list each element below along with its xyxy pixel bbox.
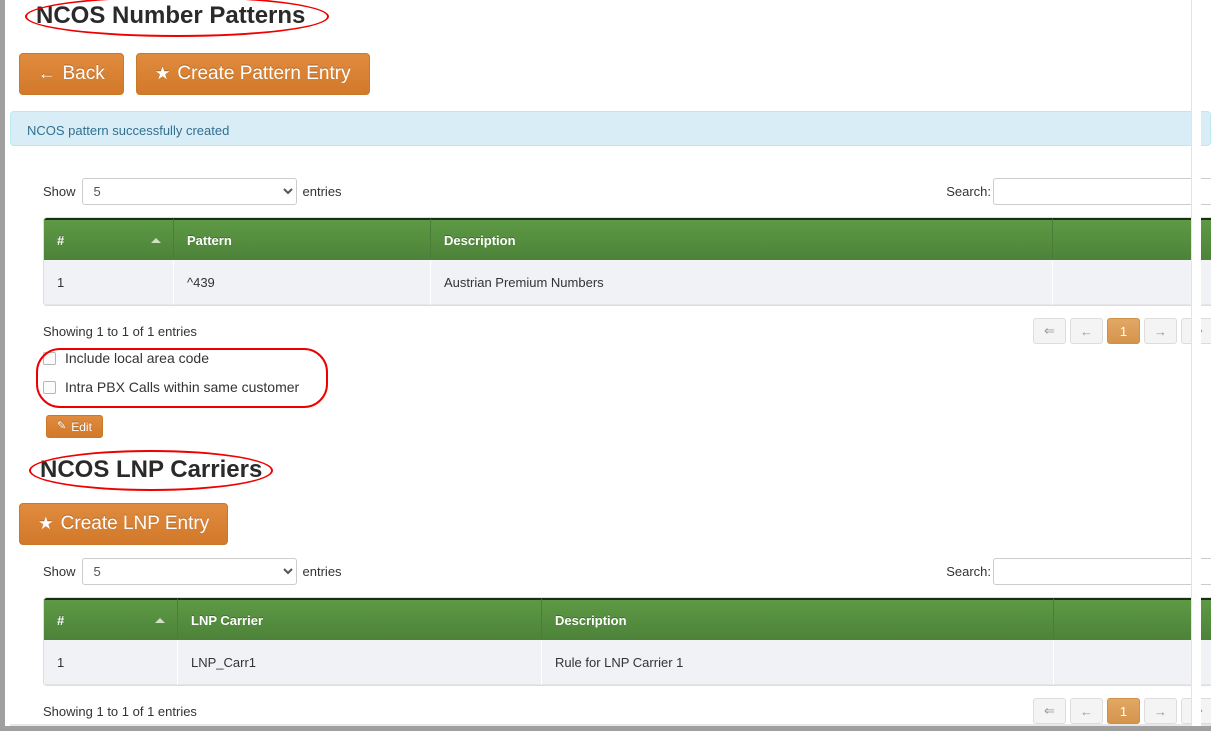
lnp-table-info: Showing 1 to 1 of 1 entries <box>43 704 197 719</box>
column-header-description[interactable]: Description <box>542 598 1054 640</box>
patterns-table-info: Showing 1 to 1 of 1 entries <box>43 324 197 339</box>
cell-index: 1 <box>44 640 178 685</box>
cell-description: Austrian Premium Numbers <box>431 260 1053 305</box>
cell-lnp-carrier: LNP_Carr1 <box>178 640 542 685</box>
show-label: Show <box>43 564 76 579</box>
lnp-length-control: Show 5 entries <box>43 558 342 585</box>
cell-pattern: ^439 <box>174 260 431 305</box>
pagination-previous-button[interactable]: ← <box>1070 318 1103 344</box>
create-lnp-entry-button[interactable]: ★ Create LNP Entry <box>19 503 228 545</box>
column-header-description-label: Description <box>444 233 516 248</box>
patterns-options: Include local area code Intra PBX Calls … <box>43 350 343 395</box>
option-intra-pbx-calls[interactable]: Intra PBX Calls within same customer <box>43 379 343 395</box>
browser-viewport-frame: NCOS Number Patterns ← Back ★ Create Pat… <box>0 0 1211 731</box>
patterns-toolbar: ← Back ★ Create Pattern Entry <box>19 53 370 95</box>
table-row[interactable]: 1 LNP_Carr1 Rule for LNP Carrier 1 <box>44 640 1211 685</box>
lnp-datatable-controls: Show 5 entries Search: <box>43 558 1211 585</box>
option-label: Include local area code <box>65 350 209 366</box>
page-bottom-divider <box>10 724 1211 726</box>
column-header-index[interactable]: # <box>44 218 174 260</box>
lnp-datatable-footer: Showing 1 to 1 of 1 entries ⇐ ← 1 → ⇒ <box>43 698 1211 724</box>
lnp-datatable: Show 5 entries Search: <box>43 558 1211 724</box>
column-header-lnp-carrier[interactable]: LNP Carrier <box>178 598 542 640</box>
column-header-index[interactable]: # <box>44 598 178 640</box>
edit-button-label: Edit <box>71 420 92 434</box>
option-label: Intra PBX Calls within same customer <box>65 379 299 395</box>
table-row[interactable]: 1 ^439 Austrian Premium Numbers <box>44 260 1211 305</box>
pagination-next-button[interactable]: → <box>1144 318 1177 344</box>
show-label: Show <box>43 184 76 199</box>
lnp-toolbar: ★ Create LNP Entry <box>19 503 228 545</box>
star-icon: ★ <box>155 65 171 82</box>
patterns-title-wrap: NCOS Number Patterns <box>36 4 305 28</box>
lnp-pagination: ⇐ ← 1 → ⇒ <box>1033 698 1211 724</box>
column-header-pattern[interactable]: Pattern <box>174 218 431 260</box>
create-pattern-entry-button[interactable]: ★ Create Pattern Entry <box>136 53 370 95</box>
patterns-datatable-controls: Show 5 entries Search: <box>43 178 1211 205</box>
pagination-first-button[interactable]: ⇐ <box>1033 698 1066 724</box>
page-content: NCOS Number Patterns ← Back ★ Create Pat… <box>10 0 1211 726</box>
column-header-description[interactable]: Description <box>431 218 1053 260</box>
vertical-scrollbar[interactable] <box>1191 0 1201 726</box>
checkbox-intra-pbx-calls[interactable] <box>43 381 56 394</box>
column-header-pattern-label: Pattern <box>187 233 232 248</box>
patterns-filter-control: Search: <box>946 178 1211 205</box>
page-title: NCOS Number Patterns <box>36 4 305 28</box>
patterns-table: # Pattern Description <box>43 217 1211 306</box>
cell-index: 1 <box>44 260 174 305</box>
pagination-page-1-button[interactable]: 1 <box>1107 318 1140 344</box>
edit-pencil-icon: ✎ <box>57 421 66 432</box>
option-include-local-area-code[interactable]: Include local area code <box>43 350 343 366</box>
cell-actions <box>1054 640 1211 685</box>
back-button[interactable]: ← Back <box>19 53 124 95</box>
lnp-title-wrap: NCOS LNP Carriers <box>40 458 262 482</box>
patterns-length-control: Show 5 entries <box>43 178 342 205</box>
pagination-first-button[interactable]: ⇐ <box>1033 318 1066 344</box>
column-header-lnp-carrier-label: LNP Carrier <box>191 613 263 628</box>
column-header-description-label: Description <box>555 613 627 628</box>
create-lnp-entry-label: Create LNP Entry <box>61 513 210 535</box>
star-icon: ★ <box>38 515 54 532</box>
cell-actions <box>1053 260 1211 305</box>
lnp-filter-control: Search: <box>946 558 1211 585</box>
column-header-actions[interactable] <box>1054 598 1211 640</box>
success-alert: NCOS pattern successfully created <box>10 111 1211 146</box>
column-header-index-label: # <box>57 613 64 628</box>
sort-ascending-icon <box>155 618 165 623</box>
search-label: Search: <box>946 184 991 199</box>
patterns-search-input[interactable] <box>993 178 1211 205</box>
lnp-table: # LNP Carrier Description <box>43 597 1211 686</box>
lnp-search-input[interactable] <box>993 558 1211 585</box>
lnp-page-title: NCOS LNP Carriers <box>40 458 262 482</box>
checkbox-include-local-area-code[interactable] <box>43 352 56 365</box>
pagination-previous-button[interactable]: ← <box>1070 698 1103 724</box>
patterns-datatable: Show 5 entries Search: <box>43 178 1211 344</box>
patterns-pagination: ⇐ ← 1 → ⇒ <box>1033 318 1211 344</box>
patterns-page-size-select[interactable]: 5 <box>82 178 297 205</box>
entries-label: entries <box>303 564 342 579</box>
search-label: Search: <box>946 564 991 579</box>
cell-description: Rule for LNP Carrier 1 <box>542 640 1054 685</box>
pagination-page-1-button[interactable]: 1 <box>1107 698 1140 724</box>
edit-button[interactable]: ✎ Edit <box>46 415 103 438</box>
success-alert-text: NCOS pattern successfully created <box>27 123 229 138</box>
lnp-table-header-row: # LNP Carrier Description <box>44 598 1211 640</box>
create-pattern-entry-label: Create Pattern Entry <box>177 63 350 85</box>
column-header-index-label: # <box>57 233 64 248</box>
patterns-table-header-row: # Pattern Description <box>44 218 1211 260</box>
pagination-next-button[interactable]: → <box>1144 698 1177 724</box>
entries-label: entries <box>303 184 342 199</box>
back-button-label: Back <box>62 63 104 85</box>
lnp-page-size-select[interactable]: 5 <box>82 558 297 585</box>
patterns-datatable-footer: Showing 1 to 1 of 1 entries ⇐ ← 1 → ⇒ <box>43 318 1211 344</box>
column-header-actions[interactable] <box>1053 218 1211 260</box>
arrow-left-icon: ← <box>38 65 55 82</box>
sort-ascending-icon <box>151 238 161 243</box>
